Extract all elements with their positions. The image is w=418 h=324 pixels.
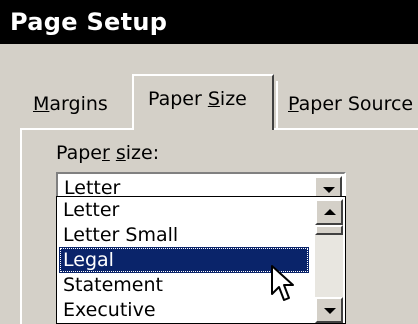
list-item[interactable]: Letter <box>59 197 309 223</box>
scroll-down-button[interactable] <box>315 297 343 323</box>
mouse-pointer-icon <box>271 265 294 301</box>
tab-paper-size[interactable]: Paper Size <box>132 74 274 130</box>
tab-margins[interactable]: Margins <box>30 81 128 128</box>
paper-size-label: Paper size: <box>56 142 160 164</box>
window-title: Page Setup <box>10 8 168 36</box>
vertical-scrollbar[interactable] <box>315 199 343 323</box>
paper-size-dropdown-list[interactable]: Letter Letter Small Legal Statement Exec… <box>56 196 346 324</box>
scroll-thumb[interactable] <box>315 225 343 235</box>
tab-paper-source[interactable]: Paper Source <box>276 81 418 128</box>
tab-margins-label: Margins <box>33 93 108 115</box>
arrow-up-icon <box>324 209 336 215</box>
scroll-up-button[interactable] <box>315 199 343 225</box>
tab-paper-source-label: Paper Source <box>288 93 414 115</box>
title-bar[interactable]: Page Setup <box>0 0 418 44</box>
list-item[interactable]: Letter Small <box>59 222 309 248</box>
chevron-down-icon <box>323 187 335 193</box>
tab-paper-size-label: Paper Size <box>148 88 247 110</box>
arrow-down-icon <box>324 308 336 314</box>
